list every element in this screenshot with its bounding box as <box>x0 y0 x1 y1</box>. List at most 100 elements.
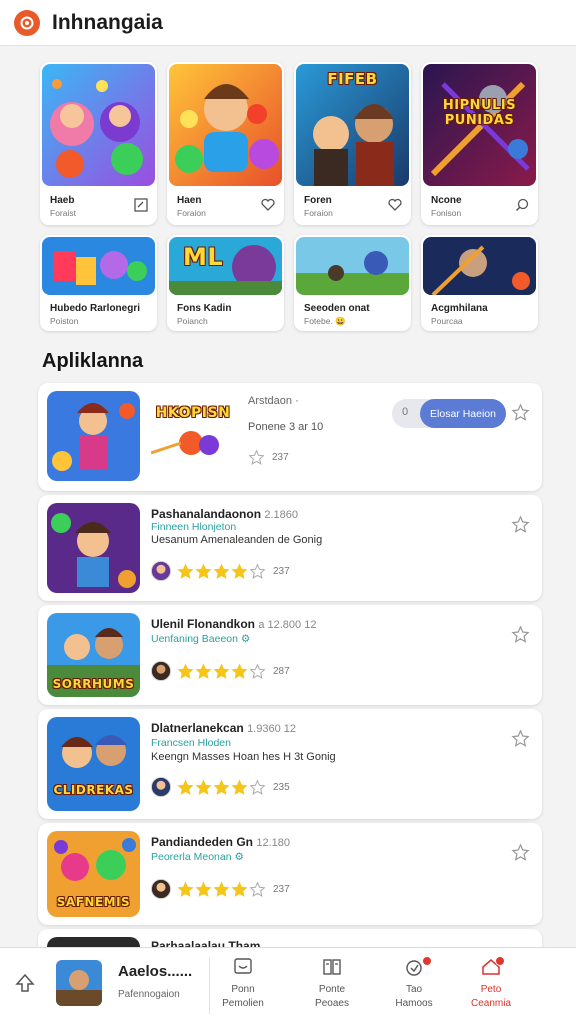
card-title: Fons Kadin <box>177 303 232 314</box>
star-rating <box>177 662 267 680</box>
install-secondary-label[interactable]: 0 <box>402 406 408 418</box>
heart-icon[interactable] <box>260 197 276 213</box>
card-title: Hubedo Rarlonegri <box>50 303 141 314</box>
notification-badge <box>495 956 505 966</box>
featured-card[interactable]: FIFEB Foren Foraion <box>294 62 411 225</box>
edit-square-icon[interactable] <box>133 197 149 213</box>
star-rating <box>177 562 267 580</box>
install-button[interactable]: Elosar Haeion <box>420 399 506 428</box>
star-empty-icon <box>249 778 266 795</box>
list-item[interactable]: SORRHUMS Ulenil Flonandkon a 12.800 12 U… <box>38 605 542 705</box>
list-item[interactable]: CLIDREKAS Dlatnerlanekcan 1.9360 12 Fran… <box>38 709 542 819</box>
game-art: FIFEB <box>296 64 409 186</box>
star-empty-icon <box>248 449 265 465</box>
avatar <box>151 879 171 899</box>
star-filled-icon <box>213 662 230 679</box>
app-description: Uesanum Amenaleanden de Gonig <box>151 534 323 546</box>
thumb-title-text: CLIDREKAS <box>53 783 134 797</box>
app-title: Ulenil Flonandkon a 12.800 12 <box>151 617 317 631</box>
star-filled-icon <box>231 662 248 679</box>
rating-count: 237 <box>272 452 289 463</box>
featured-card[interactable]: Haeb Foraist <box>40 62 157 225</box>
rating: 235 <box>151 777 290 797</box>
star-filled-icon <box>231 562 248 579</box>
star-filled-icon <box>195 662 212 679</box>
avatar <box>151 561 171 581</box>
art-title-text: ML <box>183 243 224 271</box>
nav-item-ponte[interactable]: Ponte Peoaes <box>296 956 368 1011</box>
star-filled-icon <box>231 880 248 897</box>
game-art <box>296 237 409 295</box>
game-art <box>423 237 536 295</box>
app-title: Arstdaon · <box>248 395 299 407</box>
game-art <box>42 237 155 295</box>
art-title-text: HIPNULIS PUNIDAS <box>442 98 517 128</box>
star-filled-icon <box>195 778 212 795</box>
nav-label: Pemolien <box>222 998 264 1009</box>
up-arrow-icon[interactable] <box>14 972 36 994</box>
featured-small-card[interactable]: Hubedo Rarlonegri Poiston <box>40 235 157 331</box>
star-empty-icon <box>249 562 266 579</box>
star-empty-icon <box>249 880 266 897</box>
favorite-star-icon[interactable] <box>511 515 530 534</box>
list-item[interactable]: Pashanalandaonon 2.1860 Finneen Hlonjeto… <box>38 495 542 601</box>
star-rating <box>177 778 267 796</box>
app-title: Pashanalandaonon 2.1860 <box>151 507 299 521</box>
app-description: Ponene 3 ar 10 <box>248 421 324 433</box>
nav-label: Tao <box>405 984 423 995</box>
star-filled-icon <box>177 880 194 897</box>
star-filled-icon <box>177 662 194 679</box>
install-control: 0 Elosar Haeion <box>392 399 506 428</box>
nav-label: Peoaes <box>315 998 349 1009</box>
star-filled-icon <box>213 880 230 897</box>
list-item[interactable]: SAFNEMIS Pandiandeden Gn 12.180 Peorerla… <box>38 823 542 925</box>
list-item[interactable]: HKOPISN Arstdaon · Ponene 3 ar 10 237 0 … <box>38 383 542 491</box>
nav-label: Hamoos <box>395 998 433 1009</box>
featured-card[interactable]: Haen Foraion <box>167 62 284 225</box>
app-list: HKOPISN Arstdaon · Ponene 3 ar 10 237 0 … <box>38 383 542 973</box>
app-thumbnail: SAFNEMIS <box>47 831 140 917</box>
nav-label: Ponn <box>231 984 255 995</box>
featured-small-card[interactable]: Acgmhilana Pourcaa <box>421 235 538 331</box>
rating-count: 287 <box>273 665 290 677</box>
rating-count: 237 <box>273 883 290 895</box>
app-developer: Finneen Hlonjeton <box>151 521 237 533</box>
app-thumbnail <box>47 503 140 593</box>
star-filled-icon <box>213 562 230 579</box>
now-playing-title[interactable]: Aaelos...... <box>118 963 192 980</box>
nav-item-peto[interactable]: Peto Ceanmia <box>455 956 527 1011</box>
nav-item-ponn[interactable]: Ponn Pemolien <box>207 956 279 1011</box>
app-logo-icon[interactable] <box>14 9 40 36</box>
rating: 237 <box>248 449 289 466</box>
app-thumbnail <box>47 391 140 481</box>
promo-art: HKOPISN <box>150 393 235 473</box>
game-art: ML <box>169 237 282 295</box>
card-subtitle: Pourcaa <box>431 316 463 326</box>
app-developer: Francsen Hloden <box>151 737 231 749</box>
now-playing-thumbnail[interactable] <box>56 960 102 1006</box>
card-title: Seeoden onat <box>304 303 370 314</box>
featured-card[interactable]: HIPNULIS PUNIDAS Ncone Fonison <box>421 62 538 225</box>
smiley-icon <box>234 958 252 974</box>
star-filled-icon <box>195 880 212 897</box>
favorite-star-icon[interactable] <box>511 403 530 422</box>
nav-item-tao[interactable]: Tao Hamoos <box>378 956 450 1011</box>
favorite-star-icon[interactable] <box>511 625 530 644</box>
favorite-star-icon[interactable] <box>511 843 530 862</box>
heart-icon[interactable] <box>387 197 403 213</box>
star-empty-icon <box>249 662 266 679</box>
favorite-star-icon[interactable] <box>511 729 530 748</box>
search-icon[interactable] <box>514 197 530 213</box>
app-title: Inhnangaia <box>52 10 163 34</box>
card-subtitle: Poiston <box>50 316 79 326</box>
game-art <box>42 64 155 186</box>
star-filled-icon <box>177 778 194 795</box>
featured-grid: Haeb Foraist Haen Foraion FIFEB Foren Fo… <box>40 62 538 331</box>
nav-label: Ceanmia <box>470 998 512 1009</box>
art-title-text: FIFEB <box>327 70 378 88</box>
featured-small-card[interactable]: Seeoden onat Fotebe. 😀 <box>294 235 411 331</box>
rating-count: 237 <box>273 565 290 577</box>
star-filled-icon <box>231 778 248 795</box>
star-filled-icon <box>195 562 212 579</box>
featured-small-card[interactable]: ML Fons Kadin Poianch <box>167 235 284 331</box>
